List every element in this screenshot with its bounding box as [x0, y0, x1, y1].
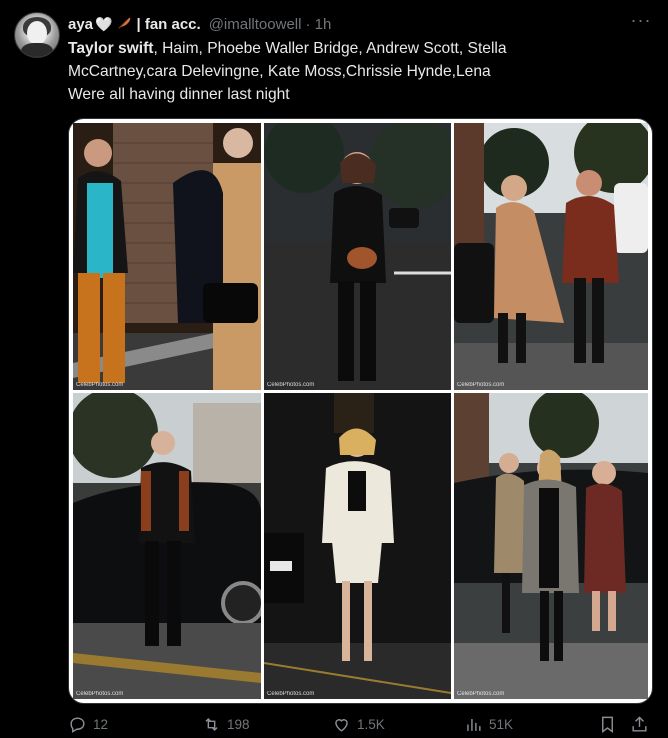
photo-credit: CelebPhotos.com: [457, 691, 505, 697]
share-button[interactable]: [630, 715, 649, 734]
author-suffix: | fan acc.: [136, 15, 201, 33]
post-time[interactable]: · 1h: [305, 16, 331, 33]
photo-2[interactable]: CelebPhotos.com: [264, 123, 451, 390]
action-bar: 12 198 1.5K 51K: [68, 712, 652, 736]
reply-icon: [70, 716, 85, 733]
views-count: 51K: [489, 716, 514, 732]
bookmark-icon: [602, 716, 613, 733]
reply-count: 12: [93, 716, 109, 732]
like-icon: [335, 718, 348, 732]
like-count: 1.5K: [357, 716, 385, 732]
post-text-line1: , Haim, Phoebe Waller Bridge, Andrew Sco…: [153, 40, 507, 57]
post-text-line3: Were all having dinner last night: [68, 86, 290, 103]
repost-button[interactable]: 198: [202, 715, 250, 734]
repost-icon: [205, 717, 218, 731]
share-icon: [632, 715, 647, 732]
views-icon: [467, 718, 481, 731]
like-button[interactable]: 1.5K: [332, 715, 385, 734]
photo-3[interactable]: CelebPhotos.com: [454, 123, 648, 390]
post-text-line2: McCartney,cara Delevingne, Kate Moss,Chr…: [68, 63, 491, 80]
bookmark-button[interactable]: [598, 715, 617, 734]
photo-credit: CelebPhotos.com: [76, 382, 124, 388]
avatar[interactable]: [14, 12, 60, 58]
photo-credit: CelebPhotos.com: [457, 382, 505, 388]
post-header: aya 🤍 | fan acc. @imalltoowell · 1h: [68, 14, 331, 34]
author-handle[interactable]: @imalltoowell: [209, 16, 302, 33]
photo-credit: CelebPhotos.com: [76, 691, 124, 697]
media-grid[interactable]: CelebPhotos.com CelebPhotos.com CelebPho…: [68, 118, 653, 704]
repost-count: 198: [227, 716, 250, 732]
white-heart-icon: 🤍: [95, 15, 113, 32]
photo-credit: CelebPhotos.com: [267, 382, 315, 388]
photo-5[interactable]: CelebPhotos.com: [264, 393, 451, 699]
photo-6[interactable]: CelebPhotos.com: [454, 393, 648, 699]
photo-1[interactable]: CelebPhotos.com: [73, 123, 261, 390]
views-button[interactable]: 51K: [464, 715, 513, 734]
post-text: Taylor swift, Haim, Phoebe Waller Bridge…: [68, 37, 628, 106]
reply-button[interactable]: 12: [68, 715, 108, 734]
photo-4[interactable]: CelebPhotos.com: [73, 393, 261, 699]
author-name[interactable]: aya: [68, 16, 93, 33]
feather-icon: [116, 15, 132, 34]
photo-credit: CelebPhotos.com: [267, 691, 315, 697]
more-icon[interactable]: ···: [630, 11, 652, 32]
post-text-bold: Taylor swift: [68, 40, 154, 57]
